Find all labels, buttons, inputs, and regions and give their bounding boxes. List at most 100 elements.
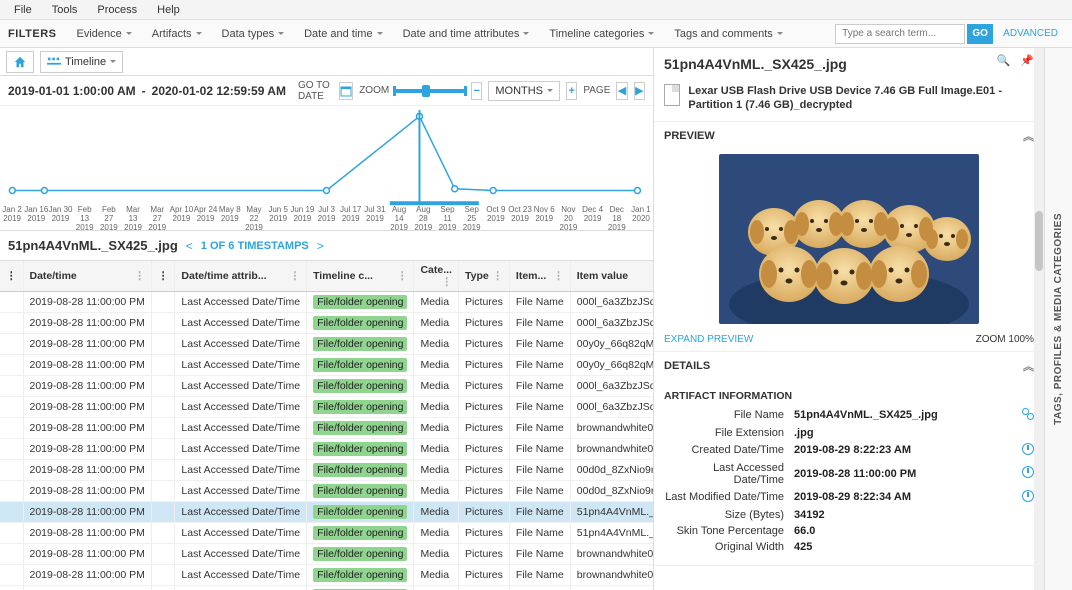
table-row[interactable]: 2019-08-28 11:00:00 PMLast Accessed Date… [0,502,653,523]
filter-timeline-categories[interactable]: Timeline categories [539,24,664,44]
filter-date-and-time-attributes[interactable]: Date and time attributes [393,24,540,44]
filter-tags-and-comments[interactable]: Tags and comments [664,24,792,44]
detail-row: Skin Tone Percentage66.0 [664,523,1034,539]
chevron-up-icon: ︽ [1023,358,1034,374]
axis-tick: Dec 42019 [581,206,605,230]
related-icon[interactable] [1022,408,1034,420]
timeline-icon [47,55,61,69]
table-row[interactable]: 2019-08-28 11:00:00 PMLast Accessed Date… [0,586,653,590]
chevron-up-icon: ︽ [1023,128,1034,144]
timeline-controls: 2019-01-01 1:00:00 AM - 2020-01-02 12:59… [0,76,653,106]
table-row[interactable]: 2019-08-28 11:00:00 PMLast Accessed Date… [0,397,653,418]
timeline-category-tag: File/folder opening [313,358,407,372]
zoom-out-button[interactable]: − [471,82,482,100]
page-next-button[interactable]: ▶ [634,82,645,100]
filters-label: FILTERS [6,28,67,40]
menu-process[interactable]: Process [89,2,145,18]
timeline-view-button[interactable]: Timeline [40,51,123,73]
axis-tick: Aug 282019 [411,206,435,230]
table-row[interactable]: 2019-08-28 11:00:00 PMLast Accessed Date… [0,313,653,334]
artifact-info-heading: ARTIFACT INFORMATION [664,384,1034,406]
timeline-category-tag: File/folder opening [313,337,407,351]
timestamp-prev-button[interactable]: < [186,239,193,253]
axis-tick: Aug 142019 [387,206,411,230]
chevron-down-icon [547,89,553,92]
menu-help[interactable]: Help [149,2,188,18]
column-header[interactable]: Item...⋮ [509,261,570,292]
zoom-unit-select[interactable]: MONTHS [488,81,560,101]
details-section-header[interactable]: DETAILS ︽ [654,352,1044,380]
menu-tools[interactable]: Tools [44,2,86,18]
zoom-unit-label: MONTHS [495,85,543,97]
page-prev-button[interactable]: ◀ [616,82,627,100]
zoom-label: ZOOM [359,85,389,96]
timeline-chart[interactable]: Jan 22019Jan 162019Jan 302019Feb 132019F… [0,106,653,231]
table-row[interactable]: 2019-08-28 11:00:00 PMLast Accessed Date… [0,481,653,502]
table-row[interactable]: 2019-08-28 11:00:00 PMLast Accessed Date… [0,544,653,565]
chevron-down-icon [777,32,783,35]
axis-tick: Oct 232019 [508,206,532,230]
clock-icon[interactable] [1022,443,1034,455]
table-row[interactable]: 2019-08-28 11:00:00 PMLast Accessed Date… [0,523,653,544]
column-header[interactable]: Type⋮ [458,261,509,292]
details-label: DETAILS [664,360,710,372]
table-row[interactable]: 2019-08-28 11:00:00 PMLast Accessed Date… [0,376,653,397]
column-header[interactable]: Date/time⋮ [23,261,151,292]
filter-evidence[interactable]: Evidence [67,24,142,44]
table-row[interactable]: 2019-08-28 11:00:00 PMLast Accessed Date… [0,355,653,376]
axis-tick: Jul 312019 [363,206,387,230]
timeline-category-tag: File/folder opening [313,484,407,498]
axis-tick: Jan 162019 [24,206,48,230]
filter-date-and-time[interactable]: Date and time [294,24,392,44]
timeline-range-from: 2019-01-01 1:00:00 AM [8,84,136,98]
detail-row: Original Width425 [664,539,1034,555]
zoom-slider[interactable] [395,89,465,93]
home-icon [13,55,27,69]
zoom-slider-handle[interactable] [422,85,430,97]
column-header[interactable]: ⋮ [0,261,23,292]
clock-icon[interactable] [1022,466,1034,478]
search-go-button[interactable]: GO [967,24,993,44]
side-rail-tab[interactable]: TAGS, PROFILES & MEDIA CATEGORIES [1044,48,1072,590]
search-input[interactable] [835,24,965,44]
search-detail-icon[interactable]: 🔍 [997,54,1011,67]
clock-icon[interactable] [1022,490,1034,502]
expand-preview-link[interactable]: EXPAND PREVIEW [664,334,753,345]
detail-source-path: Lexar USB Flash Drive USB Device 7.46 GB… [688,84,1034,113]
column-header[interactable]: Cate...⋮ [414,261,459,292]
table-row[interactable]: 2019-08-28 11:00:00 PMLast Accessed Date… [0,418,653,439]
column-header[interactable]: Timeline c...⋮ [307,261,414,292]
axis-tick: May 222019 [242,206,266,230]
zoom-in-button[interactable]: + [566,82,577,100]
column-header[interactable]: Date/time attrib...⋮ [175,261,307,292]
axis-tick: Nov 202019 [556,206,580,230]
table-row[interactable]: 2019-08-28 11:00:00 PMLast Accessed Date… [0,439,653,460]
table-row[interactable]: 2019-08-28 11:00:00 PMLast Accessed Date… [0,460,653,481]
gotodate-button[interactable] [339,82,353,100]
table-row[interactable]: 2019-08-28 11:00:00 PMLast Accessed Date… [0,292,653,313]
timeline-axis: Jan 22019Jan 162019Jan 302019Feb 132019F… [0,206,653,230]
filter-artifacts[interactable]: Artifacts [142,24,212,44]
detail-row: Created Date/Time2019-08-29 8:22:23 AM [664,441,1034,460]
side-rail-label: TAGS, PROFILES & MEDIA CATEGORIES [1053,213,1064,425]
timeline-category-tag: File/folder opening [313,568,407,582]
filter-data-types[interactable]: Data types [212,24,295,44]
timestamp-navigator: 51pn4A4VnML._SX425_.jpg < 1 OF 6 TIMESTA… [0,231,653,261]
axis-tick: Oct 92019 [484,206,508,230]
preview-section-header[interactable]: PREVIEW ︽ [654,122,1044,150]
scrollbar[interactable] [1034,48,1044,590]
axis-tick: Jun 192019 [290,206,314,230]
advanced-search-link[interactable]: ADVANCED [995,28,1066,39]
pin-icon[interactable]: 📌 [1020,54,1034,67]
column-header[interactable]: Item value⋮ [570,261,653,292]
home-button[interactable] [6,51,34,73]
column-header[interactable]: ⋮ [151,261,175,292]
table-row[interactable]: 2019-08-28 11:00:00 PMLast Accessed Date… [0,334,653,355]
chevron-down-icon [110,60,116,63]
results-table[interactable]: ⋮Date/time⋮⋮Date/time attrib...⋮Timeline… [0,261,653,590]
axis-tick: Jan 12020 [629,206,653,230]
menu-file[interactable]: File [6,2,40,18]
table-row[interactable]: 2019-08-28 11:00:00 PMLast Accessed Date… [0,565,653,586]
axis-tick: Jan 302019 [48,206,72,230]
timestamp-next-button[interactable]: > [317,239,324,253]
